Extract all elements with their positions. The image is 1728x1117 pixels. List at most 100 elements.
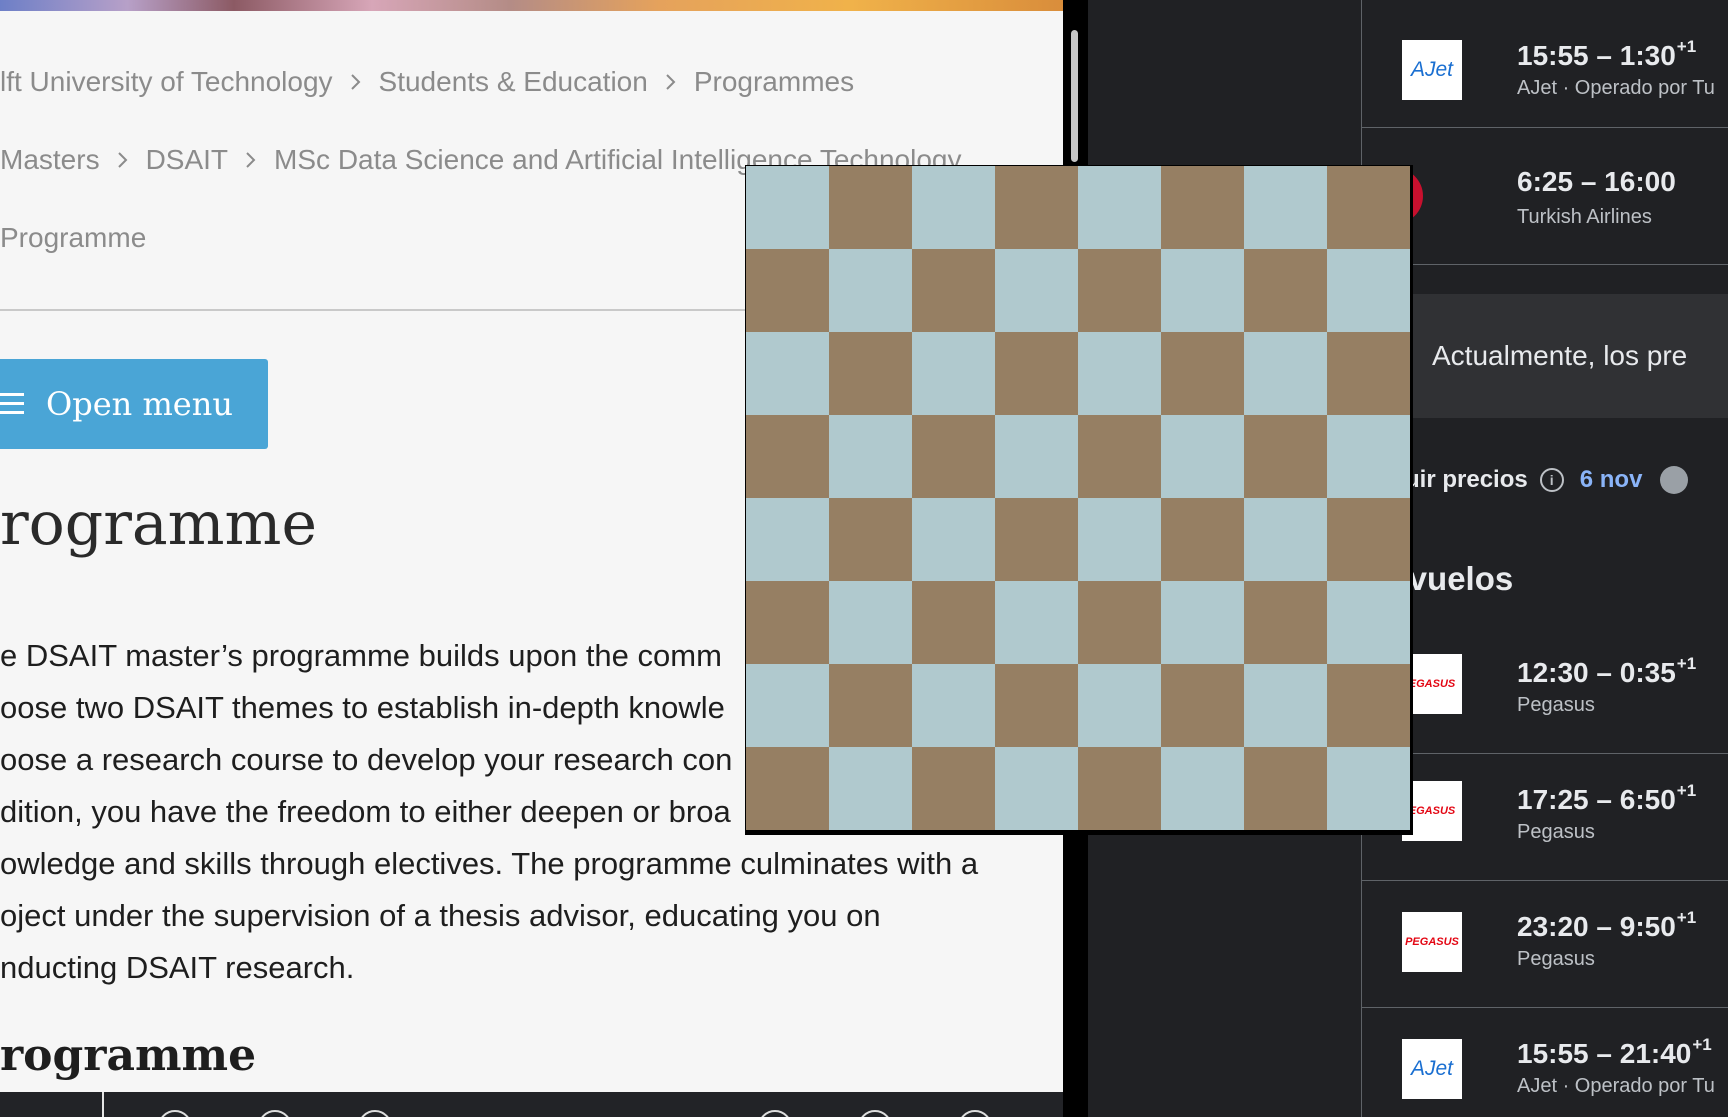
flight-times: 12:30 – 0:35+1 <box>1517 654 1696 689</box>
checkerboard-square <box>1161 166 1244 249</box>
breadcrumb-link-programmes[interactable]: Programmes <box>694 66 854 98</box>
section-heading: rogramme <box>0 1030 257 1081</box>
info-icon[interactable]: i <box>1539 468 1564 492</box>
paragraph-line: oject under the supervision of a thesis … <box>0 898 881 933</box>
circle-icon <box>258 1110 292 1117</box>
checkerboard-square <box>746 664 829 747</box>
checkerboard-square <box>1327 581 1410 664</box>
breadcrumb-link-dsait[interactable]: DSAIT <box>146 144 228 176</box>
checkerboard-square <box>912 166 995 249</box>
checkerboard-square <box>829 498 912 581</box>
checkerboard-square <box>829 415 912 498</box>
open-menu-button[interactable]: Open menu <box>0 359 268 449</box>
checkerboard <box>746 166 1410 830</box>
checkerboard-square <box>829 581 912 664</box>
checkerboard-square <box>1327 166 1410 249</box>
day-offset: +1 <box>1676 781 1697 800</box>
flight-times-text: 12:30 – 0:35 <box>1517 657 1676 688</box>
checkerboard-square <box>1161 581 1244 664</box>
divider <box>0 309 760 311</box>
flight-times: 17:25 – 6:50+1 <box>1517 781 1696 816</box>
flight-result[interactable]: AJet 15:55 – 21:40+1 AJet · Operado por … <box>1362 1007 1728 1117</box>
hero-image-strip <box>0 0 1063 11</box>
track-prices-toggle[interactable] <box>1660 466 1689 494</box>
ajet-logo-text: AJet <box>1410 1057 1454 1080</box>
checkerboard-square <box>995 498 1078 581</box>
flight-times: 23:20 – 9:50+1 <box>1517 908 1696 943</box>
flight-carrier: Pegasus <box>1517 821 1595 843</box>
checkerboard-square <box>995 747 1078 830</box>
pegasus-logo-text: EGASUS <box>1408 678 1456 690</box>
checkerboard-square <box>1161 664 1244 747</box>
checkerboard-square <box>1161 747 1244 830</box>
chevron-right-icon <box>349 73 363 91</box>
checkerboard-square <box>1078 498 1161 581</box>
checkerboard-square <box>746 747 829 830</box>
breadcrumb: Programme <box>0 218 146 258</box>
track-date-link[interactable]: 6 nov <box>1580 466 1643 494</box>
checkerboard-square <box>829 249 912 332</box>
flight-carrier: Pegasus <box>1517 694 1595 716</box>
checkerboard-square <box>1327 664 1410 747</box>
checkerboard-window[interactable] <box>745 165 1413 835</box>
checkerboard-square <box>1327 249 1410 332</box>
checkerboard-square <box>829 747 912 830</box>
flight-result[interactable]: EGASUS 17:25 – 6:50+1 Pegasus <box>1362 753 1728 881</box>
checkerboard-square <box>1078 166 1161 249</box>
checkerboard-square <box>1244 747 1327 830</box>
circle-icon <box>158 1110 192 1117</box>
day-offset: +1 <box>1676 908 1697 927</box>
other-flights-list: EGASUS 12:30 – 0:35+1 Pegasus EGASUS 17:… <box>1361 626 1728 1117</box>
circle-icon <box>358 1110 392 1117</box>
checkerboard-square <box>912 747 995 830</box>
flight-times-text: 23:20 – 9:50 <box>1517 911 1676 942</box>
scrollbar-thumb[interactable] <box>1071 30 1078 162</box>
flight-result[interactable]: PEGASUS 23:20 – 9:50+1 Pegasus <box>1362 880 1728 1008</box>
chevron-right-icon <box>244 151 258 169</box>
checkerboard-square <box>829 332 912 415</box>
circle-icon <box>758 1110 792 1117</box>
hamburger-icon <box>0 393 24 415</box>
open-menu-label: Open menu <box>46 385 233 423</box>
paragraph-line: nducting DSAIT research. <box>0 950 355 985</box>
breadcrumb-link-masters[interactable]: Masters <box>0 144 100 176</box>
breadcrumb-link-university[interactable]: lft University of Technology <box>0 66 333 98</box>
pegasus-logo: PEGASUS <box>1402 912 1462 972</box>
checkerboard-square <box>1161 332 1244 415</box>
checkerboard-square <box>995 166 1078 249</box>
checkerboard-square <box>746 249 829 332</box>
flight-carrier: Pegasus <box>1517 948 1595 970</box>
paragraph-line: owledge and skills through electives. Th… <box>0 846 979 881</box>
flight-times-text: 15:55 – 21:40 <box>1517 1038 1692 1069</box>
page-title: rogramme <box>0 489 317 559</box>
checkerboard-square <box>995 249 1078 332</box>
checkerboard-square <box>1078 249 1161 332</box>
checkerboard-square <box>995 415 1078 498</box>
checkerboard-square <box>1244 581 1327 664</box>
checkerboard-square <box>1244 498 1327 581</box>
flight-times-text: 17:25 – 6:50 <box>1517 784 1676 815</box>
checkerboard-square <box>1327 332 1410 415</box>
breadcrumb-link-students-education[interactable]: Students & Education <box>379 66 648 98</box>
day-offset: +1 <box>1692 1035 1712 1054</box>
circle-icon <box>858 1110 892 1117</box>
checkerboard-square <box>995 664 1078 747</box>
checkerboard-square <box>746 415 829 498</box>
checkerboard-square <box>1327 498 1410 581</box>
checkerboard-square <box>1161 415 1244 498</box>
flight-times: 15:55 – 21:40+1 <box>1517 1035 1712 1070</box>
breadcrumb: lft University of Technology Students & … <box>0 62 854 102</box>
checkerboard-square <box>829 664 912 747</box>
checkerboard-square <box>1327 415 1410 498</box>
checkerboard-square <box>995 581 1078 664</box>
checkerboard-square <box>1244 166 1327 249</box>
pegasus-logo-text: PEGASUS <box>1405 936 1459 948</box>
checkerboard-square <box>912 415 995 498</box>
checkerboard-square <box>1327 747 1410 830</box>
ajet-logo: AJet <box>1402 1039 1462 1099</box>
flight-result[interactable]: EGASUS 12:30 – 0:35+1 Pegasus <box>1362 626 1728 754</box>
checkerboard-square <box>1244 415 1327 498</box>
checkerboard-square <box>1244 664 1327 747</box>
checkerboard-square <box>1244 249 1327 332</box>
checkerboard-square <box>1078 747 1161 830</box>
